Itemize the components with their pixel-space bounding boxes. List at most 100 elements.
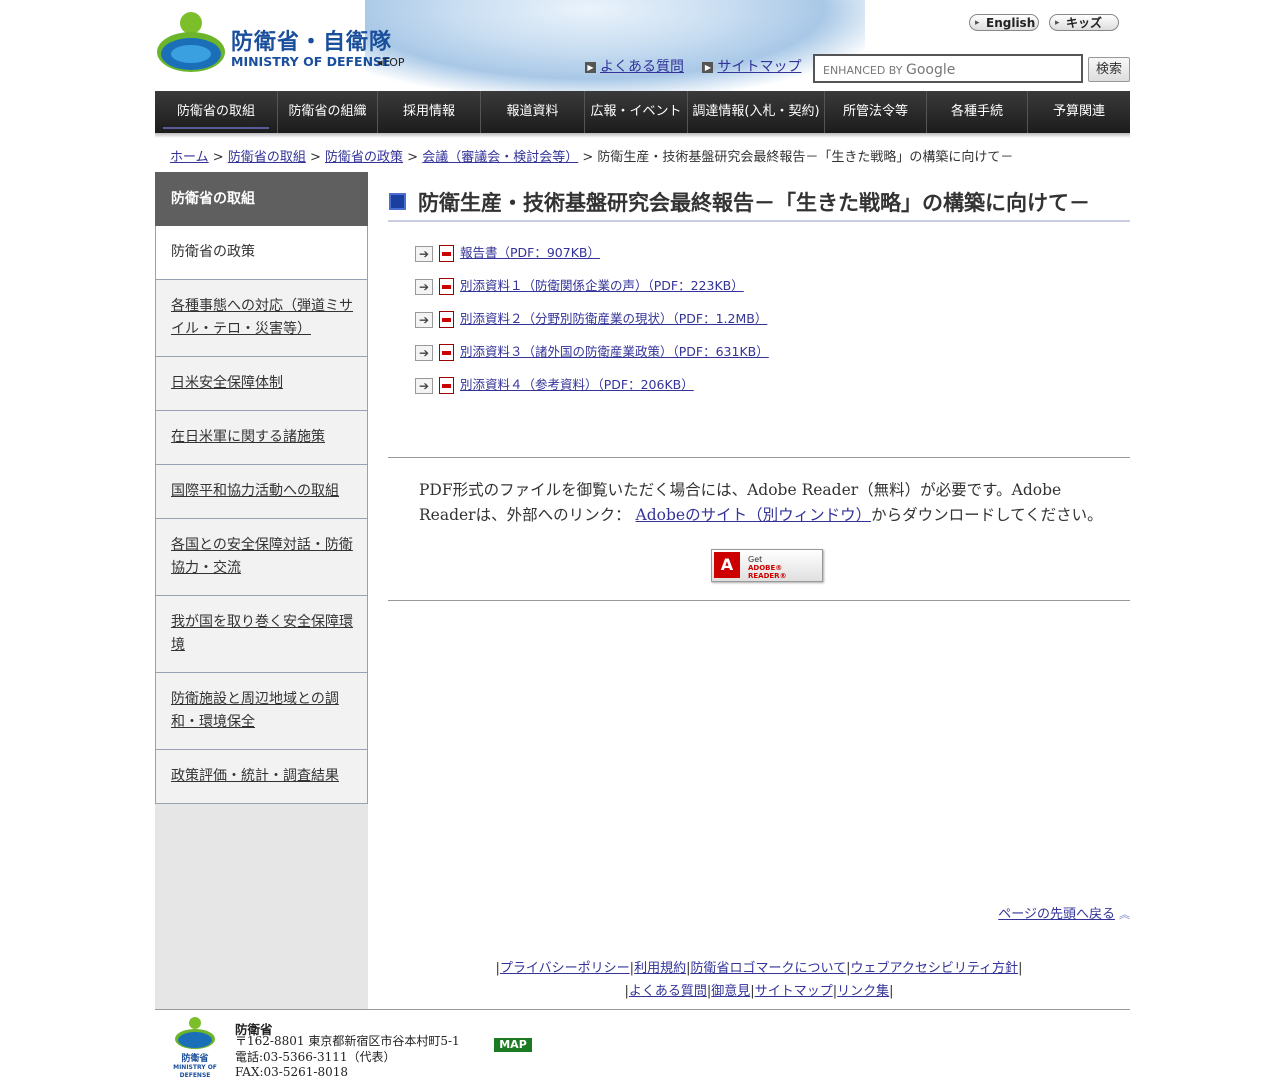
search-button[interactable]: 検索 (1088, 57, 1130, 82)
logo-title-en[interactable]: MINISTRY OF DEFENSE (231, 54, 391, 69)
search-input[interactable]: ENHANCED BY Google (813, 54, 1083, 83)
sidebar-heading[interactable]: 防衛省の取組 (155, 172, 368, 226)
english-button[interactable]: English (969, 14, 1039, 32)
accessibility-link[interactable]: ウェブアクセシビリティ方針 (850, 961, 1018, 976)
get-reader-brand: ADOBE® READER® (748, 564, 787, 580)
map-button[interactable]: MAP (494, 1038, 532, 1052)
header-links: ▶ よくある質問 ▶ サイトマップ (585, 56, 815, 76)
terms-link[interactable]: 利用規約 (634, 961, 686, 976)
breadcrumb-sep: > (309, 150, 321, 165)
footer-logo-ja: 防衛省 (181, 1054, 209, 1064)
double-chevron-up-icon: ︽ (1119, 908, 1130, 921)
faq-link[interactable]: よくある質問 (600, 59, 684, 75)
nav-item-procedures[interactable]: 各種手続 (927, 91, 1028, 133)
sidebar-item-label: 在日米軍に関する諸施策 (171, 429, 325, 445)
page-top-link[interactable]: ページの先頭へ戻る ︽ (998, 903, 1130, 922)
footer-faq-link[interactable]: よくある質問 (629, 984, 707, 999)
sidebar-item-label: 日米安全保障体制 (171, 375, 283, 391)
nav-item-organization[interactable]: 防衛省の組織 (278, 91, 378, 133)
divider (388, 600, 1130, 601)
document-link[interactable]: 別添資料２（分野別防衛産業の現状）（PDF：1.2MB） (460, 311, 767, 326)
breadcrumb-sep: > (212, 150, 224, 165)
logo-title-ja[interactable]: 防衛省・自衛隊 (231, 24, 392, 56)
footer-links-row-2: |よくある質問|御意見|サイトマップ|リンク集| (388, 980, 1130, 1003)
arrow-icon: ▶ (702, 62, 714, 73)
pdf-icon (439, 311, 454, 328)
adobe-site-link[interactable]: Adobeのサイト（別ウィンドウ） (636, 506, 872, 524)
sidebar-item-evaluation[interactable]: 政策評価・統計・調査結果 (155, 750, 368, 804)
ministry-logo-icon[interactable] (155, 10, 227, 76)
pdf-icon (439, 278, 454, 295)
pdf-icon (439, 344, 454, 361)
sidebar-item-environment[interactable]: 我が国を取り巻く安全保障環境 (155, 596, 368, 673)
footer-sep: | (1018, 961, 1023, 976)
arrow-right-icon: ➔ (415, 311, 433, 328)
external-link-alt-text: 外部へのリンク： (506, 506, 631, 524)
footer-phone: 電話:03-5366-3111（代表） (235, 1049, 396, 1064)
footer-fax: FAX:03-5261-8018 (235, 1065, 348, 1079)
adobe-icon: A (714, 552, 740, 578)
breadcrumb-sep: > (407, 150, 419, 165)
pdf-note-text-2: からダウンロードしてください。 (871, 506, 1103, 524)
nav-item-press[interactable]: 報道資料 (481, 91, 585, 133)
nav-item-recruitment[interactable]: 採用情報 (378, 91, 481, 133)
sidebar-item-dialogue[interactable]: 各国との安全保障対話・防衛協力・交流 (155, 519, 368, 596)
sidebar-item-policy[interactable]: 防衛省の政策 (155, 226, 368, 280)
document-item: ➔ 別添資料２（分野別防衛産業の現状）（PDF：1.2MB） (415, 308, 767, 330)
nav-item-laws[interactable]: 所管法令等 (825, 91, 927, 133)
document-link[interactable]: 別添資料１（防衛関係企業の声）（PDF：223KB） (460, 278, 744, 293)
privacy-link[interactable]: プライバシーポリシー (500, 961, 630, 976)
footer-address: 〒162-8801 東京都新宿区市谷本村町5-1 (235, 1034, 460, 1048)
arrow-icon: ▶ (585, 62, 596, 73)
sidebar-item-facilities[interactable]: 防衛施設と周辺地域との調和・環境保全 (155, 673, 368, 750)
nav-item-initiatives[interactable]: 防衛省の取組 (155, 91, 278, 133)
sidebar-item-usfj[interactable]: 在日米軍に関する諸施策 (155, 411, 368, 465)
divider (388, 457, 1130, 458)
breadcrumb-current: 防衛生産・技術基盤研究会最終報告－「生きた戦略」の構築に向けて－ (597, 150, 1014, 165)
document-link[interactable]: 報告書（PDF：907KB） (460, 245, 600, 260)
arrow-right-icon: ➔ (415, 377, 433, 394)
search-google-label: Google (905, 62, 956, 78)
nav-item-budget[interactable]: 予算関連 (1028, 91, 1130, 133)
arrow-right-icon: ➔ (415, 245, 433, 262)
breadcrumb-home[interactable]: ホーム (170, 150, 209, 165)
arrow-right-icon: ➔ (415, 278, 433, 295)
sitemap-link[interactable]: サイトマップ (717, 59, 801, 75)
breadcrumb-councils[interactable]: 会議（審議会・検討会等） (422, 150, 578, 165)
footer-logo-icon (175, 1017, 215, 1049)
breadcrumb-policy[interactable]: 防衛省の政策 (325, 150, 403, 165)
breadcrumb-sep: > (582, 150, 594, 165)
footer-divider (155, 1009, 1130, 1010)
kids-button-label: キッズ (1066, 16, 1103, 30)
document-link[interactable]: 別添資料４（参考資料）（PDF：206KB） (460, 377, 694, 392)
english-button-label: English (986, 16, 1036, 30)
logo-mark-link[interactable]: 防衛省ロゴマークについて (690, 961, 846, 976)
kids-button[interactable]: キッズ (1049, 14, 1119, 32)
breadcrumb-initiatives[interactable]: 防衛省の取組 (228, 150, 306, 165)
nav-item-procurement[interactable]: 調達情報(入札・契約) (688, 91, 825, 133)
sidebar-item-peace[interactable]: 国際平和協力活動への取組 (155, 465, 368, 519)
sidebar-item-label: 国際平和協力活動への取組 (171, 483, 339, 499)
sidebar-item-label: 防衛省の政策 (171, 244, 255, 260)
sidebar: 防衛省の取組 防衛省の政策 各種事態への対応（弾道ミサイル・テロ・災害等） 日米… (155, 172, 368, 1009)
top-link[interactable]: ◂TOP (377, 56, 405, 69)
opinion-link[interactable]: 御意見 (711, 984, 750, 999)
sidebar-item-label: 各種事態への対応（弾道ミサイル・テロ・災害等） (171, 298, 353, 337)
document-item: ➔ 別添資料４（参考資料）（PDF：206KB） (415, 374, 694, 396)
document-link[interactable]: 別添資料３（諸外国の防衛産業政策）（PDF：631KB） (460, 344, 769, 359)
sidebar-item-us-japan[interactable]: 日米安全保障体制 (155, 357, 368, 411)
sidebar-item-label: 防衛施設と周辺地域との調和・環境保全 (171, 691, 339, 730)
get-adobe-reader-button[interactable]: A Get ADOBE® READER® (711, 549, 823, 582)
footer-sep: | (889, 984, 894, 999)
pdf-note: PDF形式のファイルを御覧いただく場合には、Adobe Reader（無料）が必… (419, 478, 1109, 528)
page-top-label[interactable]: ページの先頭へ戻る (998, 907, 1115, 922)
document-item: ➔ 別添資料３（諸外国の防衛産業政策）（PDF：631KB） (415, 341, 769, 363)
links-link[interactable]: リンク集 (837, 984, 889, 999)
get-reader-label: Get (748, 555, 763, 564)
sidebar-item-contingency[interactable]: 各種事態への対応（弾道ミサイル・テロ・災害等） (155, 280, 368, 357)
sidebar-item-label: 我が国を取り巻く安全保障環境 (171, 614, 353, 653)
footer-sitemap-link[interactable]: サイトマップ (755, 984, 833, 999)
page-title: 防衛生産・技術基盤研究会最終報告－「生きた戦略」の構築に向けて－ (418, 191, 1090, 215)
global-nav: 防衛省の取組 防衛省の組織 採用情報 報道資料 広報・イベント 調達情報(入札・… (155, 91, 1130, 133)
nav-item-events[interactable]: 広報・イベント (585, 91, 688, 133)
